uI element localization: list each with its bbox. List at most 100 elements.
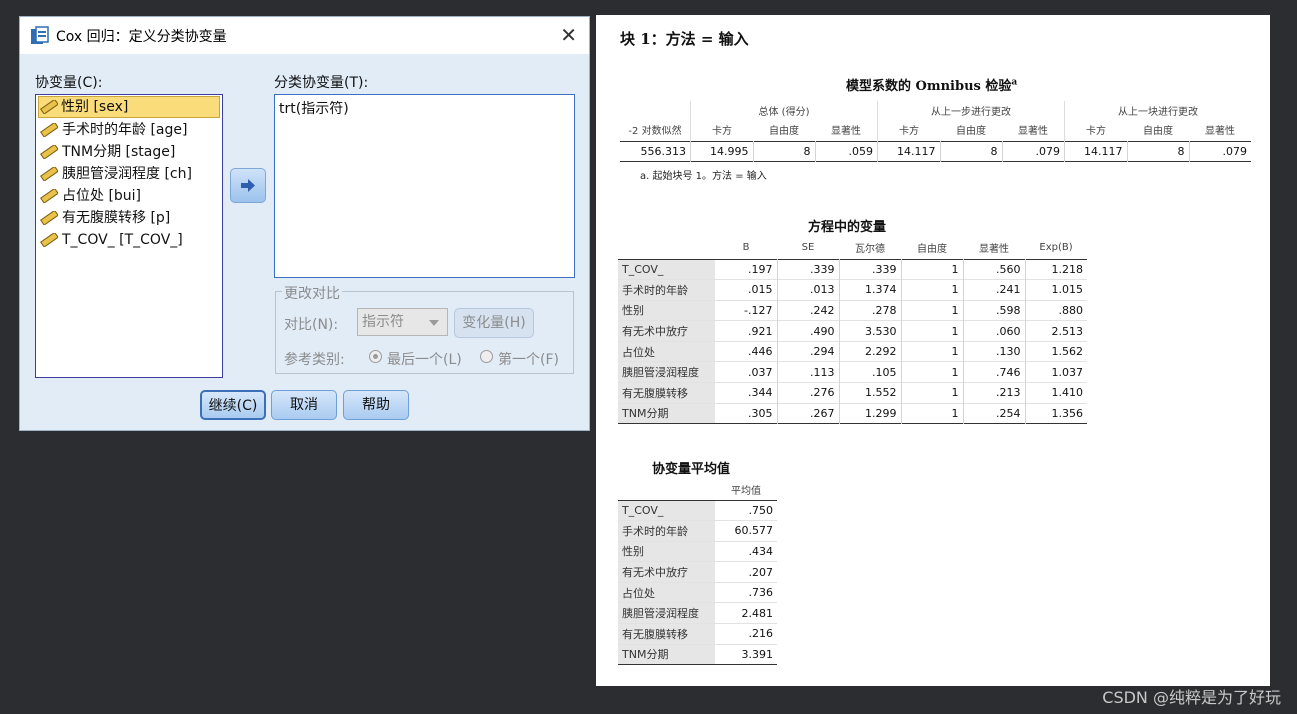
column-header: 自由度 bbox=[769, 126, 799, 138]
empty-header bbox=[618, 237, 715, 259]
chevron-down-icon bbox=[429, 320, 439, 326]
scale-ruler-icon bbox=[40, 233, 58, 247]
first-radio[interactable] bbox=[480, 350, 493, 363]
table-cell: .241 bbox=[963, 279, 1026, 301]
table-row: 胰胆管浸润程度 2.481 bbox=[618, 602, 777, 624]
column-header: Exp(B) bbox=[1039, 242, 1073, 254]
variables-body: T_COV_ .197.339.339 1.560 1.218 手术时的年龄 .015.0… bbox=[618, 259, 1087, 424]
move-to-categorical-button[interactable] bbox=[230, 168, 266, 203]
column-header: 显著性 bbox=[1205, 126, 1235, 138]
table-cell: .242 bbox=[777, 300, 840, 321]
table-cell: 1.218 bbox=[1051, 262, 1084, 276]
variables-title: 方程中的变量 bbox=[808, 220, 887, 235]
dialog-titlebar: Cox 回归：定义分类协变量 ✕ bbox=[20, 17, 589, 54]
table-cell: .305 bbox=[715, 403, 778, 424]
last-option-label: 最后一个(L) bbox=[387, 352, 462, 368]
categorical-covariates-listbox[interactable]: trt(指示符) bbox=[274, 94, 575, 278]
row-label: 有无术中放疗 bbox=[618, 320, 715, 342]
covariates-listbox[interactable]: 性别 [sex] 手术时的年龄 [age] TNM分期 [stage] 胰胆管浸… bbox=[35, 94, 223, 378]
table-cell: .059 bbox=[815, 141, 878, 161]
column-header: 显著性 bbox=[1002, 119, 1065, 141]
table-row: 手术时的年龄 .015.013 1.374 1.241 1.015 bbox=[618, 279, 1087, 301]
row-label: 胰胆管浸润程度 bbox=[618, 602, 715, 624]
table-cell: .490 bbox=[777, 320, 840, 342]
empty-header bbox=[620, 101, 691, 119]
table-cell: .197 bbox=[715, 259, 778, 280]
table-cell: .079 bbox=[1002, 141, 1065, 161]
table-cell: .216 bbox=[748, 627, 774, 641]
close-icon[interactable]: ✕ bbox=[560, 23, 577, 47]
table-cell: 1.356 bbox=[1051, 406, 1084, 420]
table-cell: 556.313 bbox=[620, 141, 691, 161]
column-header: 显著性 bbox=[815, 119, 878, 141]
cox-categorical-dialog: Cox 回归：定义分类协变量 ✕ 协变量(C): 性别 [sex] 手术时的年龄… bbox=[19, 16, 590, 431]
arrow-right-icon bbox=[241, 179, 255, 192]
list-item[interactable]: trt(指示符) bbox=[275, 95, 574, 121]
contrast-label: 对比(N): bbox=[284, 317, 339, 333]
column-header: 瓦尔德 bbox=[855, 244, 885, 256]
omnibus-footnote: a. 起始块号 1。方法 = 输入 bbox=[640, 171, 767, 182]
table-cell: 1.562 bbox=[1051, 345, 1084, 359]
list-item[interactable]: 性别 [sex] bbox=[38, 96, 220, 118]
table-row: T_COV_ .197.339.339 1.560 1.218 bbox=[618, 259, 1087, 280]
row-label: T_COV_ bbox=[618, 259, 715, 280]
list-item[interactable]: 占位处 [bui] bbox=[36, 185, 222, 207]
table-cell: 2.481 bbox=[741, 606, 774, 620]
table-cell: 1 bbox=[901, 361, 964, 383]
table-cell: .294 bbox=[777, 341, 840, 362]
list-item[interactable]: TNM分期 [stage] bbox=[36, 141, 222, 163]
table-cell: 1 bbox=[901, 382, 964, 404]
column-header: 卡方 bbox=[899, 126, 919, 138]
table-cell: .746 bbox=[963, 361, 1026, 383]
table-cell: 14.117 bbox=[877, 141, 941, 161]
table-cell: 60.577 bbox=[734, 524, 774, 538]
table-cell: .434 bbox=[748, 544, 774, 558]
table-cell: .060 bbox=[963, 320, 1026, 342]
table-cell: .013 bbox=[777, 279, 840, 301]
table-cell: .130 bbox=[963, 341, 1026, 362]
table-cell: .344 bbox=[715, 382, 778, 404]
contrast-select[interactable]: 指示符 bbox=[357, 308, 448, 336]
table-cell: .079 bbox=[1222, 144, 1248, 158]
first-option-label: 第一个(F) bbox=[498, 352, 559, 368]
covariate-label: TNM分期 [stage] bbox=[62, 144, 176, 160]
scale-ruler-icon bbox=[40, 123, 58, 137]
table-cell: .105 bbox=[839, 361, 902, 383]
table-cell: 1.374 bbox=[839, 279, 902, 301]
table-cell: .446 bbox=[715, 341, 778, 362]
table-cell: 2.513 bbox=[1051, 324, 1084, 338]
table-cell: 8 bbox=[1127, 141, 1190, 161]
categorical-label: 分类协变量(T): bbox=[274, 75, 369, 91]
means-body: T_COV_ .750 手术时的年龄 60.577 性别 .434 有无术中放疗 .207 占位… bbox=[618, 500, 777, 665]
covariate-label: 手术时的年龄 [age] bbox=[62, 122, 188, 138]
table-cell: 1.037 bbox=[1051, 365, 1084, 379]
list-item[interactable]: 手术时的年龄 [age] bbox=[36, 119, 222, 141]
table-cell: .750 bbox=[748, 503, 774, 517]
list-item[interactable]: 胰胆管浸润程度 [ch] bbox=[36, 163, 222, 185]
scale-ruler-icon bbox=[40, 100, 58, 114]
continue-button[interactable]: 继续(C) bbox=[200, 390, 266, 420]
last-radio[interactable] bbox=[369, 350, 382, 363]
row-label: 占位处 bbox=[618, 341, 715, 362]
table-cell: .254 bbox=[963, 403, 1026, 424]
change-button[interactable]: 变化量(H) bbox=[454, 308, 534, 338]
table-cell: -.127 bbox=[715, 300, 778, 321]
column-header: 自由度 bbox=[956, 126, 986, 138]
list-item[interactable]: 有无腹膜转移 [p] bbox=[36, 207, 222, 229]
cancel-button[interactable]: 取消 bbox=[271, 390, 337, 420]
row-label: 胰胆管浸润程度 bbox=[618, 361, 715, 383]
contrast-value: 指示符 bbox=[362, 314, 404, 330]
help-button[interactable]: 帮助 bbox=[343, 390, 409, 420]
table-row: 有无腹膜转移 .216 bbox=[618, 623, 777, 645]
table-cell: 1 bbox=[901, 259, 964, 280]
table-cell: .278 bbox=[839, 300, 902, 321]
row-label: 占位处 bbox=[618, 582, 715, 603]
row-label: 有无腹膜转移 bbox=[618, 382, 715, 404]
empty-header bbox=[618, 480, 715, 500]
table-row: 胰胆管浸润程度 .037.113.105 1.746 1.037 bbox=[618, 361, 1087, 383]
covariates-label: 协变量(C): bbox=[35, 75, 103, 91]
scale-ruler-icon bbox=[40, 167, 58, 181]
table-cell: 3.391 bbox=[741, 647, 774, 661]
list-item[interactable]: T_COV_ [T_COV_] bbox=[36, 229, 222, 251]
row-label: 手术时的年龄 bbox=[618, 520, 715, 542]
